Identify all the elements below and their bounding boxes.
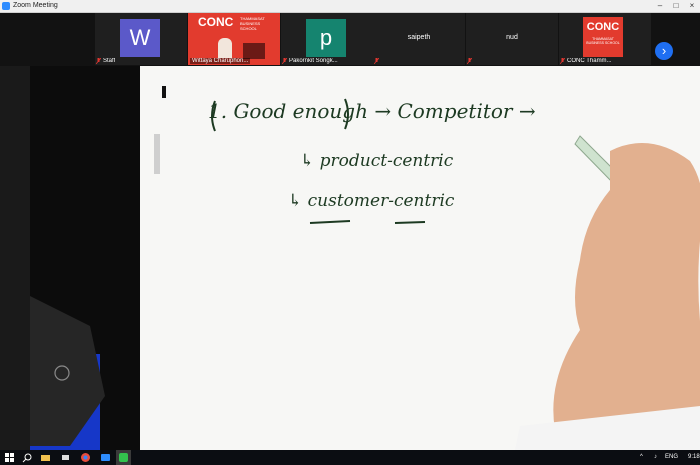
whiteboard-line-1: 1. Good enough → Competitor →: [208, 99, 536, 123]
maximize-icon[interactable]: □: [668, 0, 684, 12]
chrome-icon[interactable]: [80, 452, 91, 463]
participant-name: Pakornkit Songk...: [289, 58, 338, 64]
whiteboard: 1. Good enough → Competitor → ↳ product-…: [140, 66, 700, 450]
participant-name: Wittaya Charuphon...: [190, 58, 251, 64]
laptop-lid-shape: [30, 296, 105, 446]
participant-tile-wittaya[interactable]: CONC THAMMASAT BUSINESS SCHOOL Wittaya C…: [188, 13, 280, 65]
participant-tile-conc[interactable]: CONC THAMMASAT BUSINESS SCHOOL CONC Tham…: [559, 13, 651, 65]
avatar: p: [306, 19, 346, 57]
pen-mark-icon: [162, 86, 166, 98]
main-video-area: 1. Good enough → Competitor → ↳ product-…: [0, 66, 700, 450]
close-icon[interactable]: ×: [684, 0, 700, 12]
whiteboard-line-2: ↳ product-centric: [300, 151, 454, 171]
laptop-app-icon[interactable]: [60, 452, 71, 463]
zoom-taskbar-icon[interactable]: [100, 452, 111, 463]
participant-name: CONC Thamm...: [567, 58, 612, 64]
language-indicator[interactable]: ENG: [665, 450, 678, 465]
minimize-icon[interactable]: –: [652, 0, 668, 12]
window-title: Zoom Meeting: [13, 2, 58, 9]
participant-tile-pakornkit[interactable]: p Pakornkit Songk...: [281, 13, 373, 65]
participant-tile-saipeth[interactable]: saipeth: [373, 13, 465, 65]
zoom-app-icon: [2, 2, 10, 10]
participant-name: nud: [506, 34, 518, 41]
muted-mic-icon: [374, 58, 379, 64]
muted-mic-icon: [467, 58, 472, 64]
hand-with-pen: [515, 135, 700, 450]
search-icon[interactable]: [22, 452, 33, 463]
windows-start-icon[interactable]: [4, 452, 15, 463]
volume-icon[interactable]: ♪: [654, 450, 657, 465]
logo-subtitle: THAMMASAT BUSINESS SCHOOL: [240, 16, 265, 31]
participant-tile-nud[interactable]: nud: [466, 13, 558, 65]
muted-mic-icon: [560, 58, 565, 64]
participant-name: saipeth: [407, 34, 431, 41]
conc-logo-text: CONC: [198, 15, 234, 29]
whiteboard-line-3: ↳ customer-centric: [288, 191, 455, 211]
muted-mic-icon: [96, 58, 101, 64]
participant-strip: W Staff CONC THAMMASAT BUSINESS SCHOOL W…: [0, 13, 700, 66]
sticky-note-icon: [154, 134, 160, 174]
windows-taskbar: ^ ♪ ENG 9:18: [0, 450, 700, 465]
tray-chevron-icon[interactable]: ^: [640, 450, 643, 465]
file-explorer-icon[interactable]: [40, 452, 51, 463]
window-titlebar: Zoom Meeting – □ ×: [0, 0, 700, 13]
presenter-figure: [218, 38, 232, 58]
next-page-button[interactable]: ›: [655, 42, 673, 60]
avatar: W: [120, 19, 160, 57]
participant-tile-staff[interactable]: W Staff: [95, 13, 187, 65]
conc-logo: CONC THAMMASAT BUSINESS SCHOOL: [583, 17, 623, 57]
handwriting-drawing: 1. Good enough → Competitor → ↳ product-…: [154, 86, 700, 450]
line-app-icon[interactable]: [118, 452, 129, 463]
muted-mic-icon: [282, 58, 287, 64]
podium-shape: [243, 43, 265, 59]
clock[interactable]: 9:18: [688, 450, 700, 465]
participant-name: Staff: [103, 58, 116, 64]
